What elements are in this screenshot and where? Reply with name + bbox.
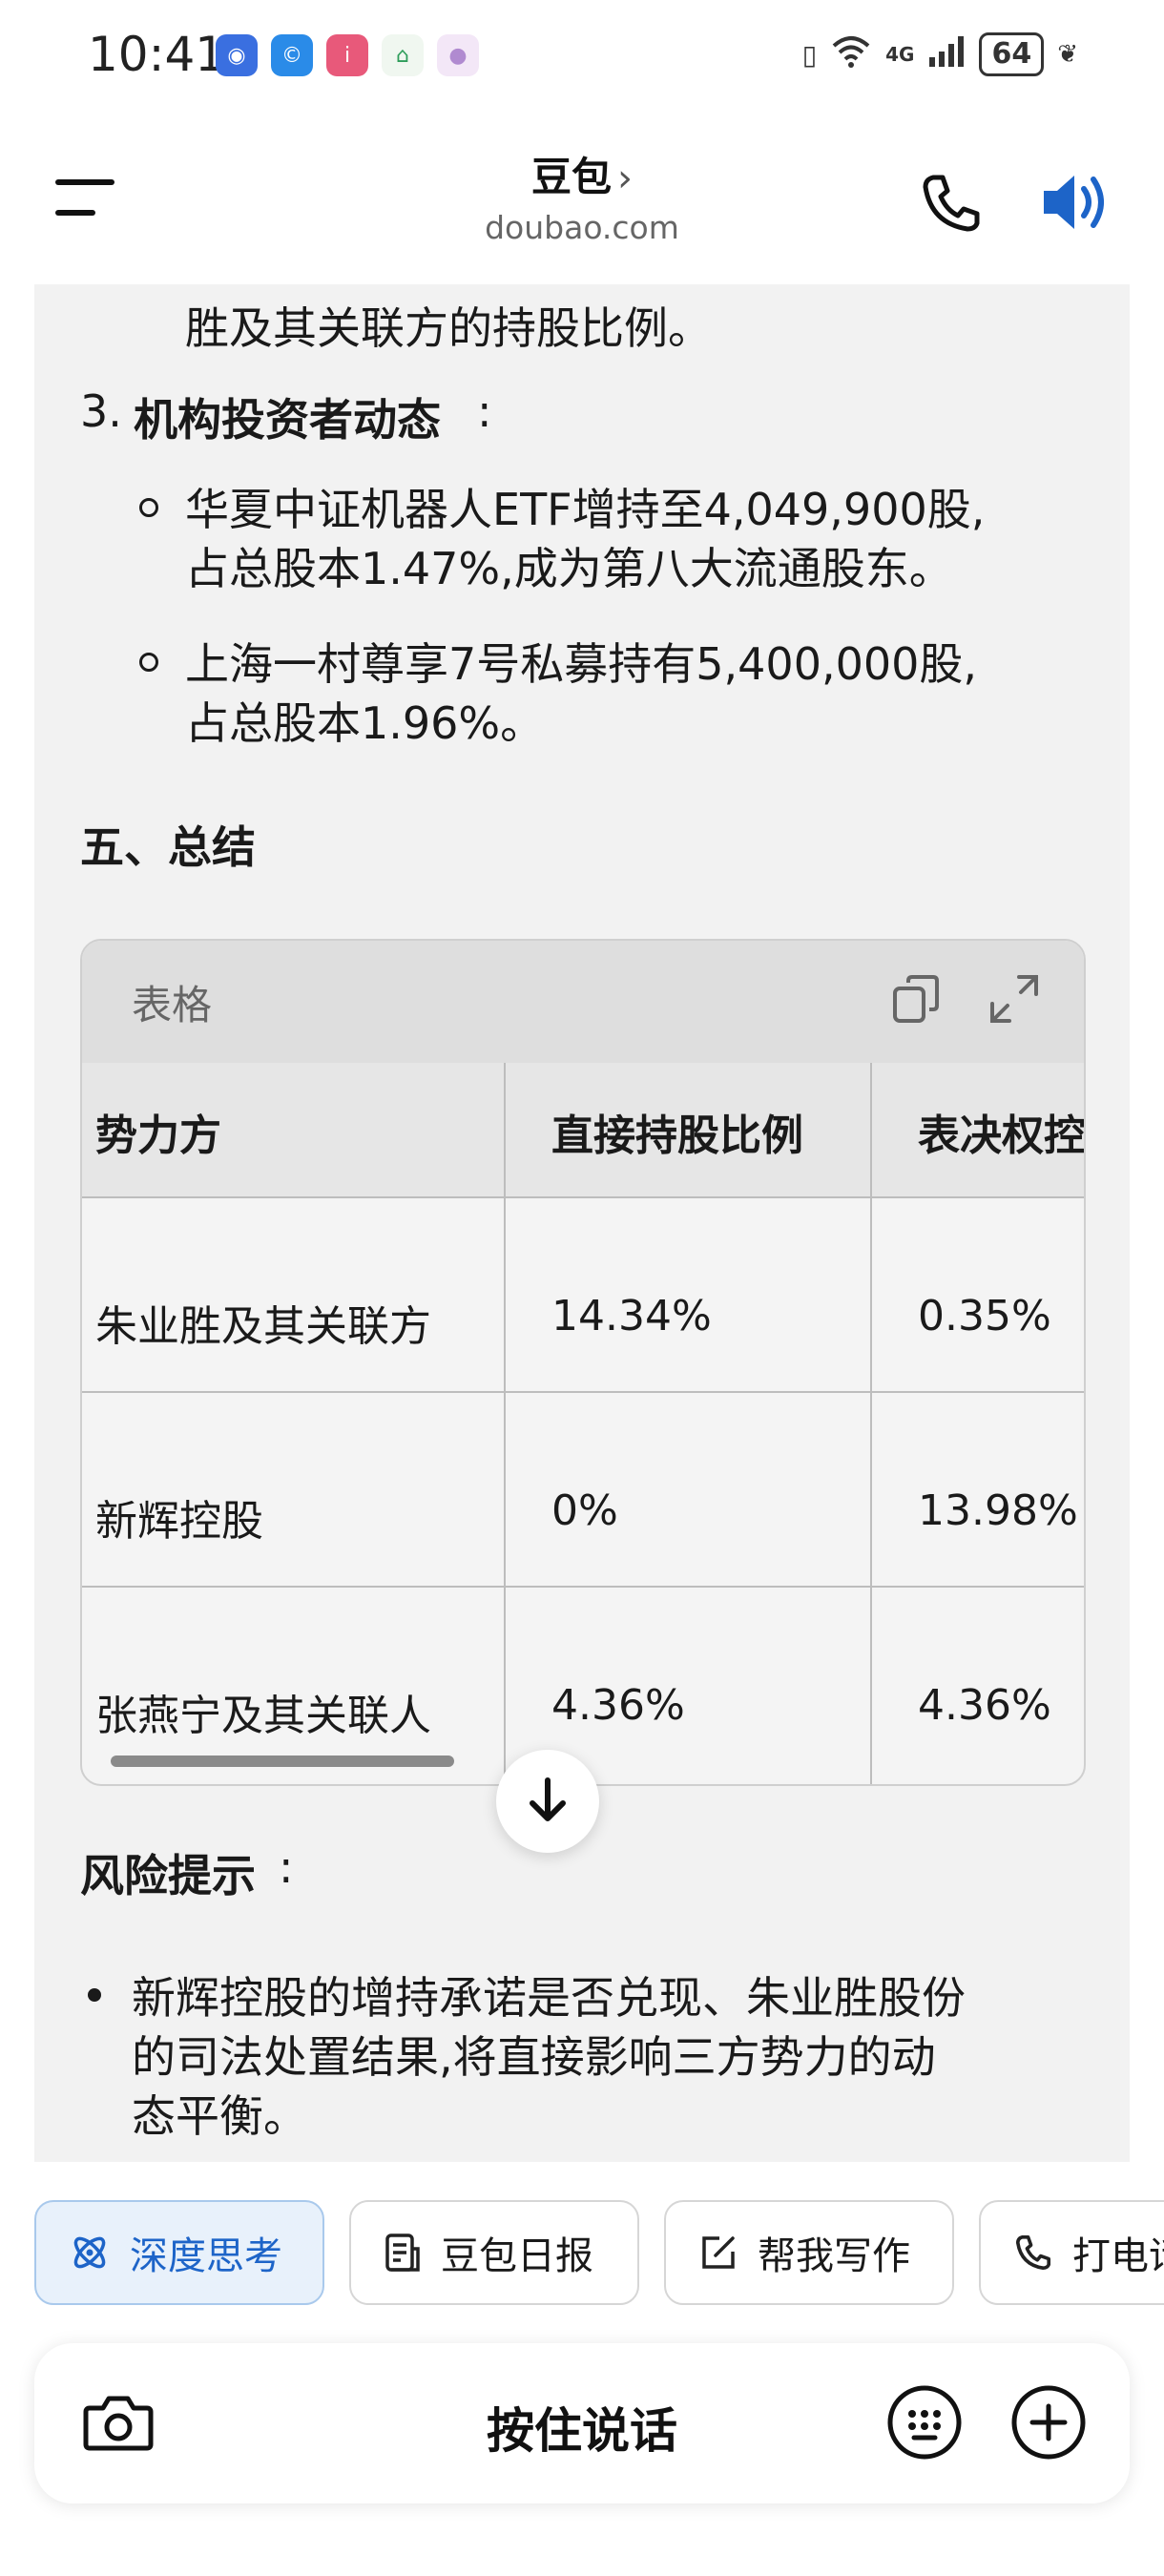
chip-label: 打电话 bbox=[1072, 2234, 1164, 2278]
status-time: 10:41 bbox=[88, 27, 226, 82]
phone-call-icon[interactable] bbox=[918, 170, 985, 237]
table-card[interactable]: 表格 势力方 直接持股比例 表决权控 朱业胜及其关联方 14.34% 0.35%… bbox=[80, 939, 1086, 1786]
list-item-number: 3. bbox=[80, 385, 122, 437]
table-cell: 4.36% bbox=[918, 1681, 1051, 1730]
app-header: 豆包 › doubao.com bbox=[0, 134, 1164, 258]
chip-deep-think[interactable]: 深度思考 bbox=[34, 2200, 324, 2305]
app-notification-icon: ● bbox=[437, 34, 479, 76]
phone-icon bbox=[1016, 2235, 1050, 2270]
chip-make-call[interactable]: 打电话 bbox=[979, 2200, 1164, 2305]
table-cell: 4.36% bbox=[551, 1681, 685, 1730]
table-cell: 朱业胜及其关联方 bbox=[95, 1302, 431, 1351]
table-divider bbox=[82, 1391, 1084, 1393]
voice-input-bar[interactable]: 按住说话 bbox=[34, 2343, 1130, 2503]
status-indicators: ▯ 4G 64 ❦ bbox=[802, 32, 1078, 76]
edit-icon bbox=[702, 2236, 735, 2269]
bullet-dot-icon bbox=[88, 1988, 101, 2002]
bullet-line: 占总股本1.47%,成为第八大流通股东。 bbox=[185, 543, 953, 594]
table-cell: 14.34% bbox=[551, 1292, 712, 1340]
chip-label: 深度思考 bbox=[130, 2234, 282, 2278]
chip-help-write[interactable]: 帮我写作 bbox=[664, 2200, 954, 2305]
battery-indicator: 64 bbox=[979, 32, 1045, 76]
list-item-colon: : bbox=[477, 385, 492, 437]
table-divider bbox=[82, 1196, 1084, 1198]
arrow-down-icon bbox=[530, 1777, 566, 1821]
page-subtitle: doubao.com bbox=[485, 209, 679, 246]
atom-icon bbox=[73, 2236, 106, 2269]
speaker-icon[interactable] bbox=[1040, 168, 1112, 237]
table-cell: 13.98% bbox=[918, 1486, 1078, 1535]
table-cell: 0.35% bbox=[918, 1292, 1051, 1340]
table-header-cell: 势力方 bbox=[95, 1111, 221, 1160]
table-divider bbox=[82, 1586, 1084, 1588]
page-title[interactable]: 豆包 bbox=[531, 154, 612, 200]
table-header-cell: 表决权控 bbox=[918, 1111, 1086, 1160]
network-type: 4G bbox=[885, 43, 915, 66]
chip-label: 帮我写作 bbox=[758, 2234, 910, 2278]
table-divider bbox=[870, 1063, 872, 1784]
table-horizontal-scrollbar[interactable] bbox=[111, 1755, 454, 1767]
copy-icon[interactable] bbox=[889, 971, 946, 1028]
report-icon bbox=[385, 2233, 420, 2272]
table-divider bbox=[504, 1063, 506, 1784]
risk-text-line: 的司法处置结果,将直接影响三方势力的动 bbox=[132, 2031, 936, 2083]
app-notification-icon: © bbox=[271, 34, 313, 76]
chip-daily-report[interactable]: 豆包日报 bbox=[349, 2200, 639, 2305]
wifi-icon bbox=[830, 34, 872, 75]
header-title-group[interactable]: 豆包 › doubao.com bbox=[0, 145, 1164, 246]
table-cell: 新辉控股 bbox=[95, 1497, 263, 1546]
table-cell: 0% bbox=[551, 1486, 618, 1535]
table-toolbar: 表格 bbox=[82, 941, 1084, 1065]
list-item-title: 机构投资者动态 bbox=[134, 394, 441, 446]
quick-action-chips: 深度思考 豆包日报 帮我写作 打电话 bbox=[0, 2200, 1164, 2309]
bullet-circle-icon bbox=[139, 498, 158, 517]
expand-icon[interactable] bbox=[985, 969, 1044, 1028]
scroll-to-bottom-button[interactable] bbox=[496, 1750, 599, 1853]
chip-label: 豆包日报 bbox=[441, 2234, 593, 2278]
app-notification-icon: ◉ bbox=[216, 34, 258, 76]
hold-to-talk-button[interactable]: 按住说话 bbox=[34, 2393, 1130, 2462]
app-notification-icon: ⌂ bbox=[382, 34, 424, 76]
risk-heading-colon: : bbox=[279, 1841, 294, 1893]
table-cell: 张燕宁及其关联人 bbox=[95, 1692, 431, 1740]
chat-content[interactable]: 胜及其关联方的持股比例。 3. 机构投资者动态 : 华夏中证机器人ETF增持至4… bbox=[34, 284, 1130, 2162]
bullet-line: 华夏中证机器人ETF增持至4,049,900股, bbox=[185, 484, 986, 535]
risk-text-line: 态平衡。 bbox=[132, 2090, 307, 2142]
bullet-line: 占总股本1.96%。 bbox=[185, 697, 545, 749]
status-bar: 10:41 ◉ © i ⌂ ● ▯ 4G 64 ❦ bbox=[0, 0, 1164, 114]
keyboard-icon[interactable] bbox=[885, 2383, 964, 2462]
continued-text: 胜及其关联方的持股比例。 bbox=[185, 302, 712, 354]
vibrate-icon: ▯ bbox=[801, 38, 818, 71]
bullet-circle-icon bbox=[139, 653, 158, 672]
plus-icon[interactable] bbox=[1009, 2383, 1088, 2462]
leaf-icon: ❦ bbox=[1057, 40, 1078, 69]
risk-heading: 风险提示 bbox=[80, 1850, 256, 1901]
risk-text-line: 新辉控股的增持承诺是否兑现、朱业胜股份 bbox=[132, 1972, 966, 2024]
bullet-line: 上海一村尊享7号私募持有5,400,000股, bbox=[185, 638, 977, 690]
table-header-cell: 直接持股比例 bbox=[551, 1111, 803, 1160]
chevron-right-icon: › bbox=[617, 156, 633, 200]
section-heading: 五、总结 bbox=[80, 821, 256, 873]
table-label: 表格 bbox=[132, 982, 213, 1028]
status-app-icons: ◉ © i ⌂ ● bbox=[216, 34, 479, 76]
signal-icon bbox=[927, 34, 966, 75]
app-notification-icon: i bbox=[326, 34, 368, 76]
